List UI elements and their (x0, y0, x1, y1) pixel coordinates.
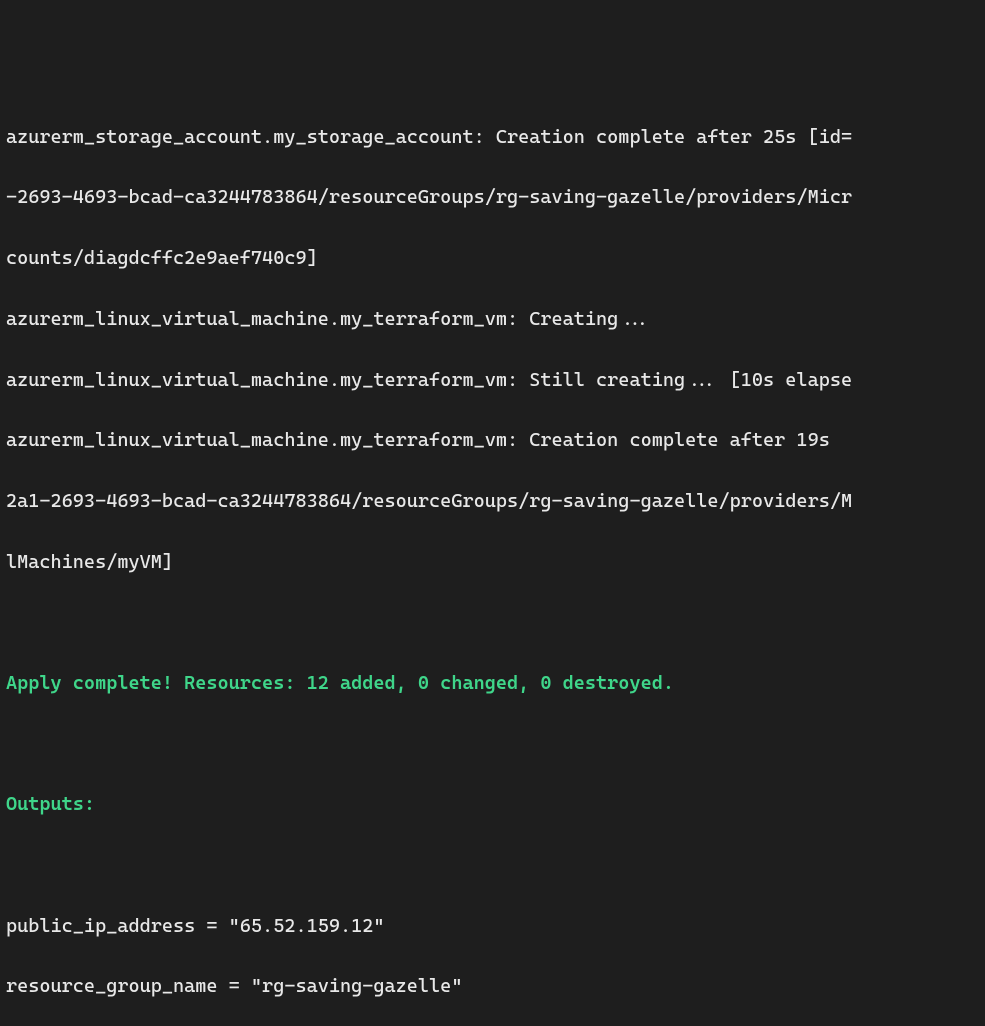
apply-complete-message: Apply complete! Resources: 12 added, 0 c… (6, 668, 979, 698)
terminal-line: 2a1-2693-4693-bcad-ca3244783864/resource… (6, 486, 979, 516)
terminal-line: azurerm_linux_virtual_machine.my_terrafo… (6, 365, 979, 395)
blank-line (6, 729, 979, 759)
terminal-line: -2693-4693-bcad-ca3244783864/resourceGro… (6, 182, 979, 212)
terminal-line: azurerm_storage_account.my_storage_accou… (6, 122, 979, 152)
output-line: public_ip_address = "65.52.159.12" (6, 911, 979, 941)
output-line: resource_group_name = "rg-saving-gazelle… (6, 971, 979, 1001)
terminal-line: azurerm_linux_virtual_machine.my_terrafo… (6, 425, 979, 455)
terminal-line: lMachines/myVM] (6, 547, 979, 577)
terminal-line: counts/diagdcffc2e9aef740c9] (6, 243, 979, 273)
outputs-header: Outputs: (6, 789, 979, 819)
terminal-line: azurerm_linux_virtual_machine.my_terrafo… (6, 304, 979, 334)
blank-line (6, 608, 979, 638)
blank-line (6, 850, 979, 880)
